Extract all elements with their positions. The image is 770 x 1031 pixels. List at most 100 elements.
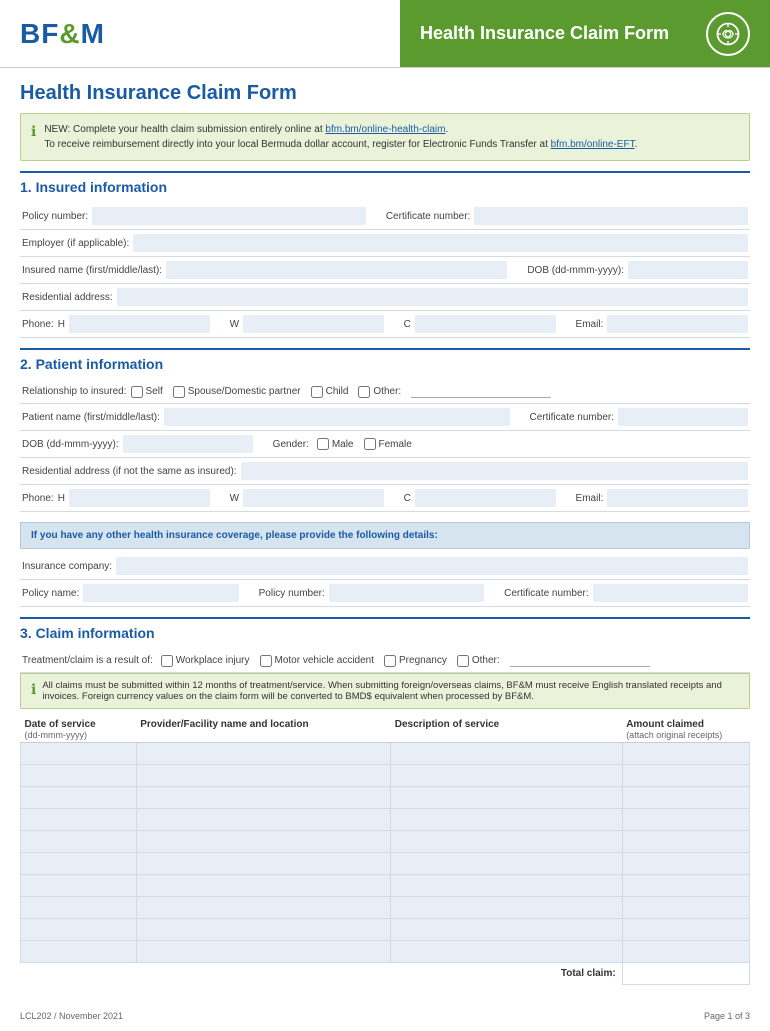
claim-input-0-1[interactable] (141, 748, 387, 759)
treat-motor-item[interactable]: Motor vehicle accident (260, 655, 375, 667)
claim-input-9-3[interactable] (627, 946, 745, 957)
claim-cell-4-1[interactable] (136, 831, 391, 853)
phone-c-input[interactable] (415, 315, 556, 333)
treat-workplace-checkbox[interactable] (161, 655, 173, 667)
insurance-company-input[interactable] (116, 557, 748, 575)
treat-other-input[interactable] (510, 655, 650, 667)
claim-input-4-1[interactable] (141, 836, 387, 847)
claim-cell-5-3[interactable] (622, 853, 749, 875)
claim-cell-9-0[interactable] (21, 941, 137, 963)
claim-cell-0-3[interactable] (622, 743, 749, 765)
claim-cell-1-2[interactable] (391, 765, 622, 787)
rel-child-checkbox[interactable] (311, 386, 323, 398)
rel-other-input[interactable] (411, 386, 551, 398)
patient-cert-input[interactable] (618, 408, 748, 426)
claim-input-1-3[interactable] (627, 770, 745, 781)
patient-email-input[interactable] (607, 489, 748, 507)
claim-input-3-0[interactable] (25, 814, 132, 825)
claim-cell-3-3[interactable] (622, 809, 749, 831)
rel-child-item[interactable]: Child (311, 386, 349, 398)
claim-cell-2-1[interactable] (136, 787, 391, 809)
claim-input-4-2[interactable] (395, 836, 617, 847)
phone-h-input[interactable] (69, 315, 210, 333)
claim-cell-8-2[interactable] (391, 919, 622, 941)
claim-input-6-2[interactable] (395, 880, 617, 891)
rel-other-item[interactable]: Other: (358, 386, 401, 398)
claim-input-1-1[interactable] (141, 770, 387, 781)
rel-other-checkbox[interactable] (358, 386, 370, 398)
patient-dob-input[interactable] (123, 435, 253, 453)
claim-cell-6-3[interactable] (622, 875, 749, 897)
residential-input[interactable] (117, 288, 748, 306)
other-policy-number-input[interactable] (329, 584, 484, 602)
policy-number-input[interactable] (92, 207, 366, 225)
claim-input-9-1[interactable] (141, 946, 387, 957)
treat-other-item[interactable]: Other: (457, 655, 500, 667)
treat-other-checkbox[interactable] (457, 655, 469, 667)
claim-cell-4-0[interactable] (21, 831, 137, 853)
claim-cell-5-1[interactable] (136, 853, 391, 875)
claim-input-7-2[interactable] (395, 902, 617, 913)
claim-cell-5-2[interactable] (391, 853, 622, 875)
claim-cell-7-3[interactable] (622, 897, 749, 919)
claim-cell-2-3[interactable] (622, 787, 749, 809)
total-amount-input[interactable] (627, 968, 745, 979)
claim-cell-9-1[interactable] (136, 941, 391, 963)
treat-workplace-item[interactable]: Workplace injury (161, 655, 250, 667)
claim-input-7-0[interactable] (25, 902, 132, 913)
claim-input-6-1[interactable] (141, 880, 387, 891)
eft-link[interactable]: bfm.bm/online-EFT (551, 139, 635, 150)
claim-input-2-2[interactable] (395, 792, 617, 803)
certificate-number-input[interactable] (474, 207, 748, 225)
online-claim-link[interactable]: bfm.bm/online-health-claim (325, 124, 445, 135)
claim-input-8-2[interactable] (395, 924, 617, 935)
claim-input-3-3[interactable] (627, 814, 745, 825)
claim-cell-1-3[interactable] (622, 765, 749, 787)
claim-cell-7-1[interactable] (136, 897, 391, 919)
claim-input-0-3[interactable] (627, 748, 745, 759)
claim-cell-8-1[interactable] (136, 919, 391, 941)
claim-input-4-0[interactable] (25, 836, 132, 847)
claim-cell-6-2[interactable] (391, 875, 622, 897)
claim-cell-3-1[interactable] (136, 809, 391, 831)
insured-name-input[interactable] (166, 261, 507, 279)
claim-input-7-1[interactable] (141, 902, 387, 913)
claim-input-9-0[interactable] (25, 946, 132, 957)
claim-input-4-3[interactable] (627, 836, 745, 847)
claim-cell-2-2[interactable] (391, 787, 622, 809)
treat-pregnancy-item[interactable]: Pregnancy (384, 655, 447, 667)
other-policy-name-input[interactable] (83, 584, 238, 602)
claim-input-2-3[interactable] (627, 792, 745, 803)
rel-spouse-checkbox[interactable] (173, 386, 185, 398)
rel-spouse-item[interactable]: Spouse/Domestic partner (173, 386, 301, 398)
claim-cell-0-1[interactable] (136, 743, 391, 765)
claim-input-5-1[interactable] (141, 858, 387, 869)
total-field-cell[interactable] (622, 963, 749, 985)
claim-input-0-2[interactable] (395, 748, 617, 759)
claim-input-2-0[interactable] (25, 792, 132, 803)
claim-cell-0-0[interactable] (21, 743, 137, 765)
claim-input-1-0[interactable] (25, 770, 132, 781)
rel-self-checkbox[interactable] (131, 386, 143, 398)
gender-male-item[interactable]: Male (317, 438, 354, 450)
patient-name-input[interactable] (164, 408, 510, 426)
claim-cell-7-0[interactable] (21, 897, 137, 919)
treat-pregnancy-checkbox[interactable] (384, 655, 396, 667)
treat-motor-checkbox[interactable] (260, 655, 272, 667)
claim-input-8-1[interactable] (141, 924, 387, 935)
claim-input-3-1[interactable] (141, 814, 387, 825)
phone-w-input[interactable] (243, 315, 384, 333)
rel-self-item[interactable]: Self (131, 386, 163, 398)
claim-cell-2-0[interactable] (21, 787, 137, 809)
claim-cell-6-1[interactable] (136, 875, 391, 897)
gender-female-checkbox[interactable] (364, 438, 376, 450)
dob-input[interactable] (628, 261, 748, 279)
claim-cell-9-3[interactable] (622, 941, 749, 963)
claim-input-8-0[interactable] (25, 924, 132, 935)
claim-cell-3-2[interactable] (391, 809, 622, 831)
claim-cell-4-3[interactable] (622, 831, 749, 853)
claim-cell-6-0[interactable] (21, 875, 137, 897)
claim-cell-5-0[interactable] (21, 853, 137, 875)
claim-input-8-3[interactable] (627, 924, 745, 935)
claim-input-5-2[interactable] (395, 858, 617, 869)
